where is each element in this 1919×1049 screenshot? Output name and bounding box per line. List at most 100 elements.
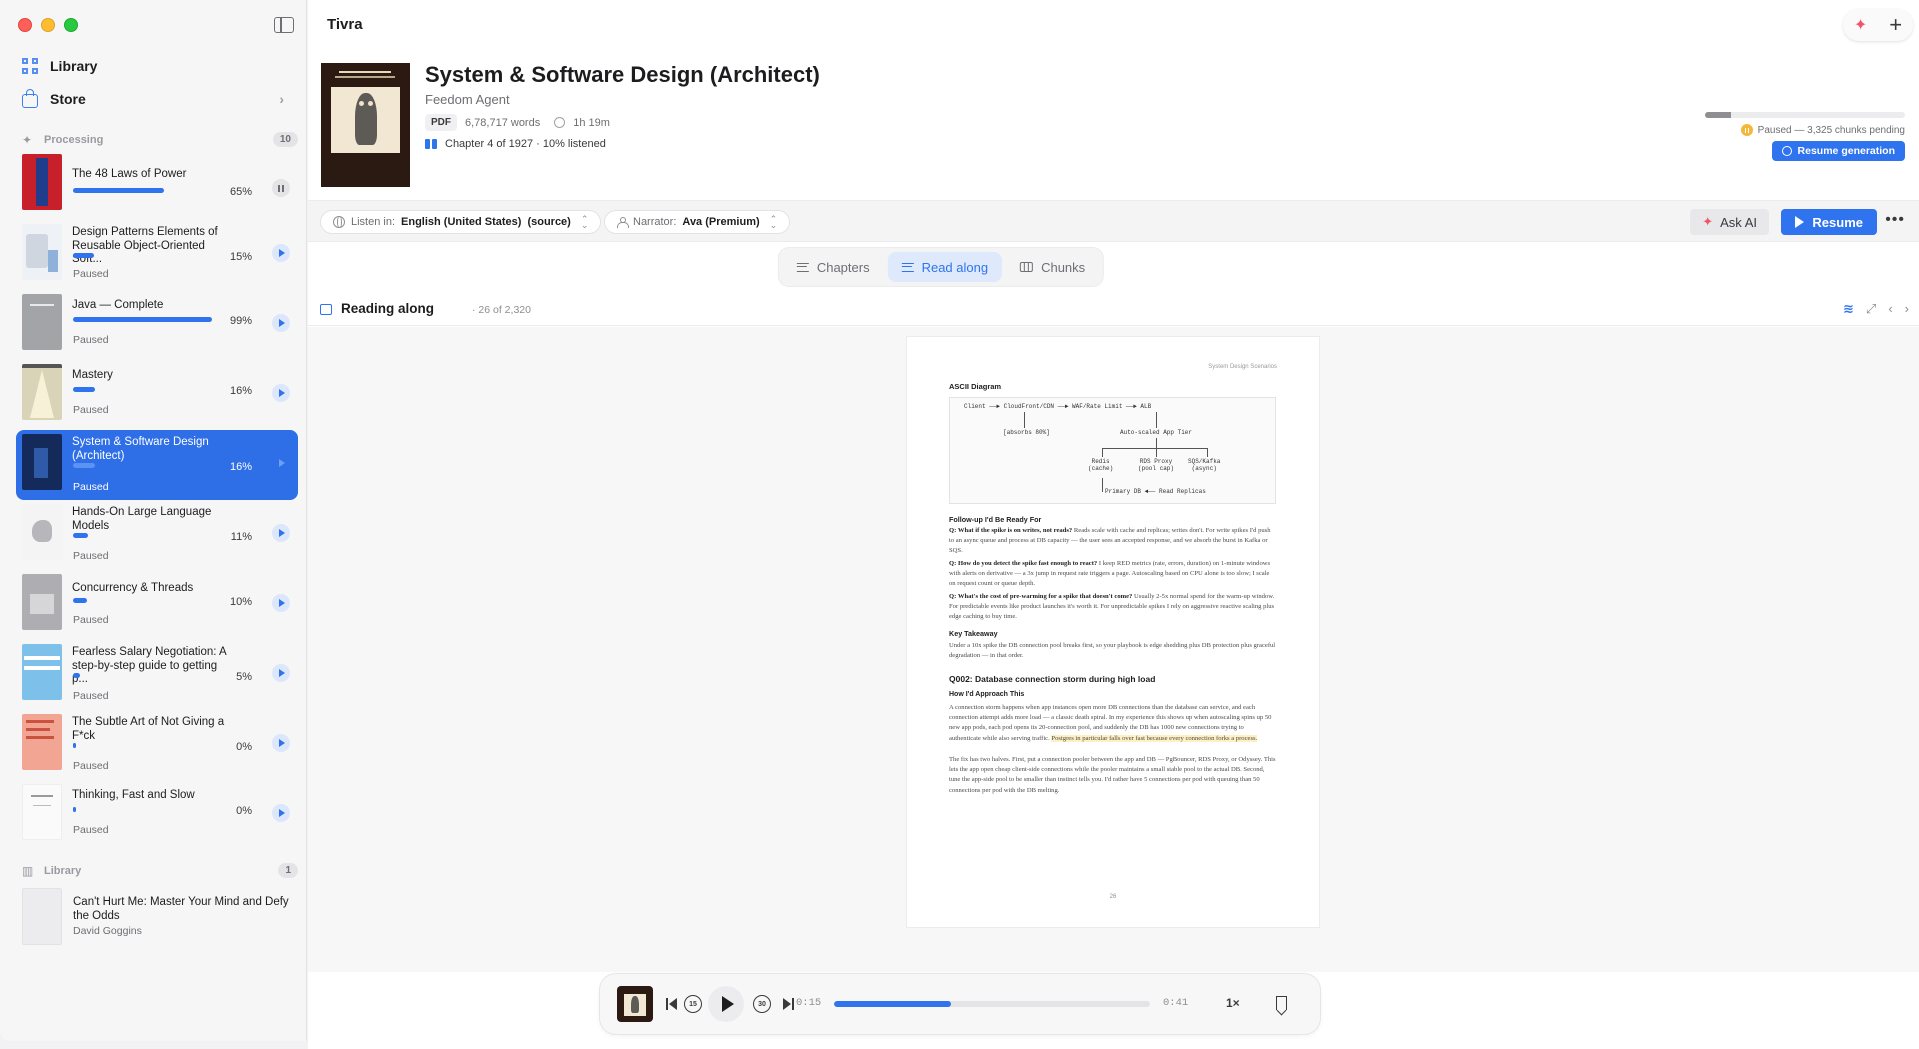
processing-label: Processing [44,133,104,146]
library-count-badge: 1 [278,863,298,878]
book-progress-bar [73,188,213,193]
close-window-button[interactable] [18,18,32,32]
bookmark-icon[interactable] [1276,996,1287,1010]
list-item[interactable]: Java — Complete 99% Paused [16,290,298,360]
language-select[interactable]: Listen in: English (United States) (sour… [320,210,602,234]
book-cover [22,224,62,280]
list-item-active[interactable]: System & Software Design (Architect) 16%… [16,430,298,500]
followup-heading: Follow-up I'd Be Ready For [949,515,1042,524]
generation-status-text: Paused — 3,325 chunks pending [1757,124,1905,136]
add-icon[interactable]: + [1889,14,1902,36]
tab-chunks-label: Chunks [1041,259,1086,275]
chapter-progress: Chapter 4 of 1927 · 10% listened [425,138,606,150]
book-percent: 0% [236,805,252,817]
book-percent: 11% [230,531,252,543]
list-item[interactable]: Mastery 16% Paused [16,360,298,430]
play-button[interactable] [272,524,290,542]
list-item[interactable]: Fearless Salary Negotiation: A step-by-s… [16,640,298,710]
book-progress-bar [73,533,213,538]
sparkle-icon[interactable]: ✦ [1854,15,1867,35]
language-value: English (United States) [401,216,522,228]
list-item[interactable]: Hands-On Large Language Models 11% Pause… [16,500,298,570]
book-progress-bar [73,807,213,812]
book-status: Paused [73,824,109,836]
view-tabs: Chapters Read along Chunks [778,248,1104,286]
play-icon [279,459,285,467]
tab-chunks[interactable]: Chunks [1006,252,1099,282]
sidebar: Library Store › ✦ Processing 10 The 48 L… [0,0,307,1041]
book-cover [22,154,62,210]
list-item[interactable]: The Subtle Art of Not Giving a F*ck 0% P… [16,710,298,780]
book-icon [320,304,332,315]
list-item[interactable]: Design Patterns Elements of Reusable Obj… [16,220,298,290]
chevron-updown-icon: ⌃ ⌄ [580,214,589,230]
sidebar-toggle-icon[interactable] [274,17,294,33]
grid-icon [22,58,38,74]
list-item[interactable]: Concurrency & Threads 10% Paused [16,570,298,640]
rewind-button[interactable]: 15 [684,974,702,1034]
book-status: Paused [73,268,109,280]
play-icon [279,529,285,537]
speed-button[interactable]: 1× [1226,996,1240,1010]
play-button[interactable] [272,314,290,332]
play-button[interactable] [272,804,290,822]
page-number: 26 [1109,894,1117,900]
q002-heading: Q002: Database connection storm during h… [949,674,1156,684]
expand-icon[interactable]: ⤢ [1866,301,1876,317]
library-list-item[interactable]: Can't Hurt Me: Master Your Mind and Defy… [22,885,298,945]
top-actions: ✦ + [1843,9,1913,41]
book-cover [22,364,62,420]
play-button[interactable] [272,384,290,402]
play-button[interactable] [272,244,290,262]
play-button[interactable] [272,454,290,472]
list-item[interactable]: The 48 Laws of Power 65% [16,150,298,220]
play-button[interactable] [272,734,290,752]
book-title: The 48 Laws of Power [72,168,187,180]
forward-button[interactable]: 30 [753,974,771,1034]
audio-player: 15 30 0:15 0:41 1× [600,974,1320,1034]
play-button[interactable] [272,594,290,612]
owl-illustration [355,93,377,145]
previous-button[interactable] [666,974,677,1034]
book-title: Fearless Salary Negotiation: A step-by-s… [72,646,227,685]
waveform-icon[interactable]: ≋ [1843,301,1854,317]
chevron-right-icon[interactable]: › [1905,301,1909,317]
book-percent: 99% [229,315,252,327]
list-item[interactable]: Thinking, Fast and Slow 0% Paused [16,780,298,850]
book-progress-bar [73,317,213,322]
playback-scrubber[interactable] [834,1001,1150,1007]
tab-read-along[interactable]: Read along [887,252,1003,282]
nav-library[interactable]: Library [22,58,292,74]
narrator-select[interactable]: Narrator: Ava (Premium) ⌃ ⌄ [604,210,791,234]
zoom-window-button[interactable] [64,18,78,32]
pause-button[interactable] [272,179,290,197]
nav-store-label: Store [50,91,86,107]
chevron-left-icon[interactable]: ‹ [1888,301,1892,317]
library-section-header: ▥ Library 1 [22,863,298,878]
tab-chapters[interactable]: Chapters [783,252,884,282]
book-progress-bar [73,673,213,678]
pause-icon [278,184,284,192]
nav-store[interactable]: Store › [22,89,292,108]
play-icon [279,249,285,257]
minimize-window-button[interactable] [41,18,55,32]
question-3: Q: What's the cost of pre-warming for a … [949,593,1133,600]
book-progress-bar [73,387,213,392]
play-pause-button[interactable] [708,986,744,1022]
book-status: Paused [73,404,109,416]
book-cover [22,294,62,350]
window-controls [18,18,78,32]
sparkle-icon: ✦ [1702,214,1714,229]
book-status: Paused [73,481,109,493]
play-button[interactable] [272,664,290,682]
waveform-icon: ✦ [22,132,33,147]
more-icon[interactable]: ••• [1885,211,1905,229]
ask-ai-button[interactable]: ✦ Ask AI [1690,209,1769,235]
resume-button[interactable]: Resume [1781,209,1877,235]
book-status: Paused [73,614,109,626]
diagram-absorbs: [absorbs 80%] [1003,429,1050,436]
resume-generation-button[interactable]: Resume generation [1771,141,1905,161]
next-button[interactable] [783,974,794,1034]
tab-read-along-label: Read along [921,259,989,275]
document-viewer: System Design Scenarios ASCII Diagram Cl… [308,327,1919,972]
